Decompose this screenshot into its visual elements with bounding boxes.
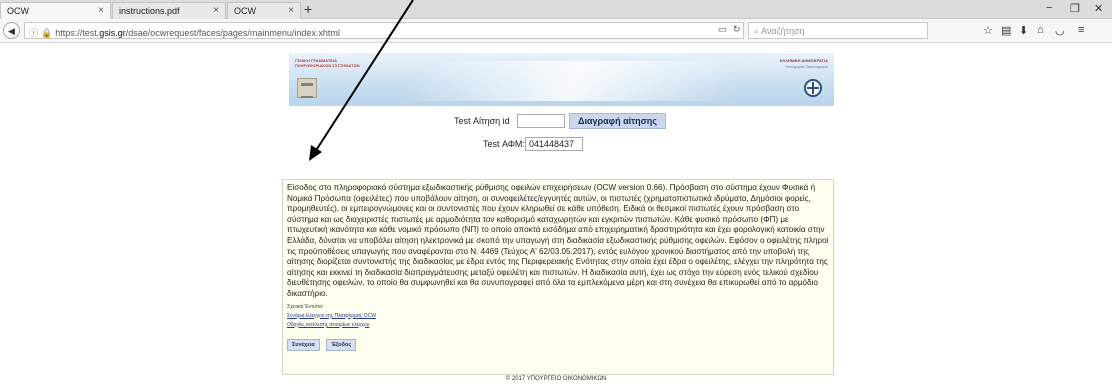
annotation-arrow-icon	[309, 0, 414, 161]
